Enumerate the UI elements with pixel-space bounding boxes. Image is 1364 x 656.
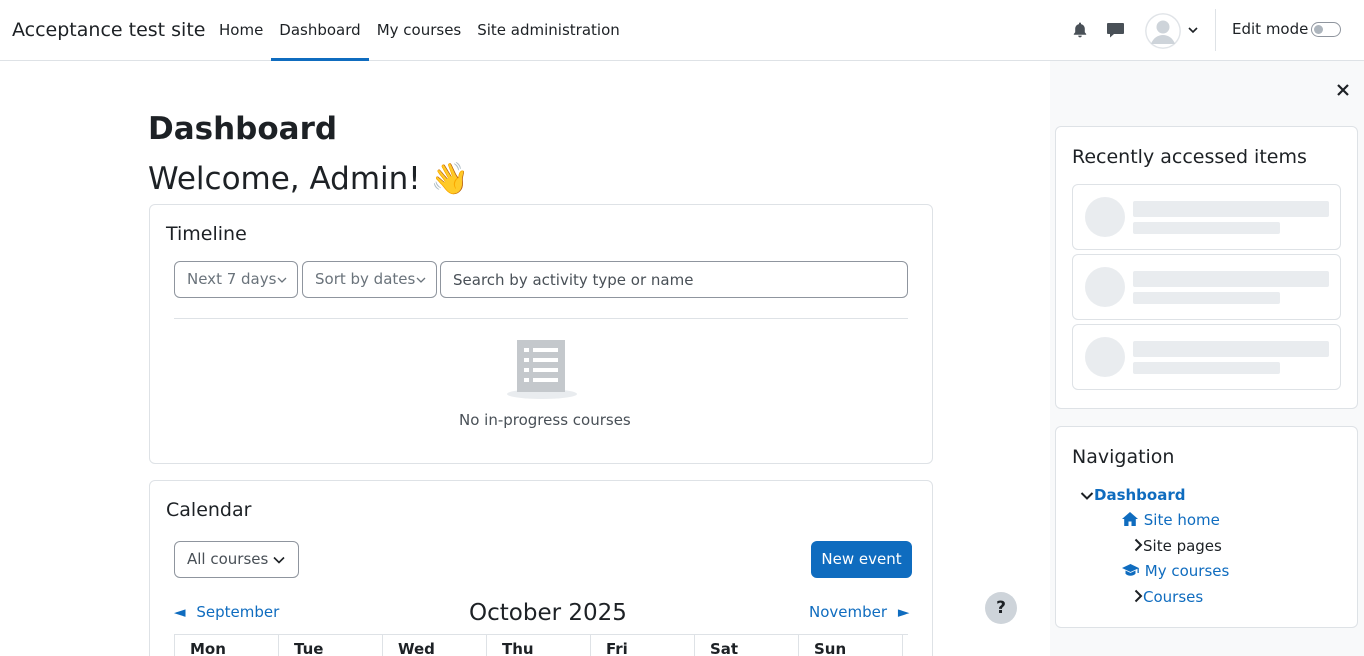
chevron-down-icon (277, 277, 287, 283)
welcome-message: Welcome, Admin! 👋 (148, 161, 470, 197)
nav-link-site-administration[interactable]: Site administration (469, 0, 628, 60)
timeline-day-filter[interactable]: Next 7 days (174, 261, 298, 298)
recent-item-placeholder (1072, 324, 1341, 390)
course-filter-value: All courses (187, 550, 269, 568)
nav-tree-label: Site home (1143, 511, 1220, 529)
recent-items-block: Recently accessed items (1055, 126, 1358, 409)
placeholder-line (1133, 222, 1280, 234)
help-button[interactable]: ? (985, 592, 1017, 624)
new-event-button[interactable]: New event (811, 541, 912, 578)
nav-tree-site-pages[interactable]: Site pages (1133, 537, 1222, 555)
arrow-left-icon: ◄ (174, 603, 186, 621)
chevron-down-icon[interactable] (1187, 25, 1199, 35)
site-brand[interactable]: Acceptance test site (12, 19, 205, 41)
nav-tree-label: Dashboard (1094, 486, 1186, 504)
close-icon[interactable] (1336, 83, 1350, 97)
nav-link-dashboard[interactable]: Dashboard (271, 0, 370, 61)
placeholder-line (1133, 201, 1329, 217)
calendar-title: Calendar (166, 499, 252, 521)
user-avatar[interactable] (1145, 13, 1181, 49)
timeline-sort-select[interactable]: Sort by dates (302, 261, 437, 298)
nav-tree-label: Site pages (1143, 537, 1222, 555)
nav-link-my-courses[interactable]: My courses (369, 0, 470, 60)
primary-navigation: Home Dashboard My courses Site administr… (211, 0, 628, 61)
placeholder-line (1133, 292, 1280, 304)
calendar-prev-month[interactable]: ◄ September (174, 603, 279, 621)
chevron-down-icon (1080, 491, 1094, 500)
next-month-label: November (809, 603, 888, 621)
chevron-down-icon (273, 556, 285, 564)
placeholder-line (1133, 341, 1329, 357)
calendar-course-filter[interactable]: All courses (174, 541, 299, 578)
placeholder-line (1133, 362, 1280, 374)
nav-tree-label: My courses (1144, 562, 1230, 580)
placeholder-avatar (1085, 267, 1125, 307)
placeholder-line (1133, 271, 1329, 287)
nav-tree-site-home[interactable]: Site home (1121, 511, 1220, 529)
recent-items-title: Recently accessed items (1072, 146, 1307, 168)
calendar-day-header: Tue (278, 635, 383, 656)
placeholder-avatar (1085, 337, 1125, 377)
navbar-divider (1215, 9, 1216, 51)
nav-tree-my-courses[interactable]: My courses (1121, 562, 1229, 580)
calendar-next-month[interactable]: November ► (809, 603, 909, 621)
nav-link-home[interactable]: Home (211, 0, 271, 60)
nav-tree-courses[interactable]: Courses (1133, 588, 1203, 606)
timeline-divider (174, 318, 908, 319)
calendar-day-header: Fri (590, 635, 695, 656)
edit-mode-toggle[interactable] (1311, 22, 1341, 37)
placeholder-avatar (1085, 197, 1125, 237)
recent-item-placeholder (1072, 184, 1341, 250)
calendar-table-header: Mon Tue Wed Thu Fri Sat Sun (174, 634, 908, 656)
page-title: Dashboard (148, 111, 338, 147)
calendar-day-header: Thu (486, 635, 591, 656)
home-icon (1122, 512, 1138, 526)
toggle-knob (1314, 25, 1323, 34)
navigation-title: Navigation (1072, 446, 1175, 468)
edit-mode-label: Edit mode (1232, 20, 1309, 38)
timeline-search-input[interactable] (440, 261, 908, 298)
messages-icon[interactable] (1106, 21, 1126, 39)
graduation-cap-icon (1122, 564, 1139, 576)
chevron-down-icon (416, 277, 426, 283)
bell-icon[interactable] (1071, 21, 1089, 39)
calendar-day-header: Mon (174, 635, 279, 656)
chevron-right-icon (1134, 589, 1143, 603)
empty-list-icon (507, 340, 577, 399)
calendar-day-header: Sat (694, 635, 799, 656)
nav-tree-label: Courses (1143, 588, 1204, 606)
calendar-current-month: October 2025 (469, 600, 627, 626)
default-user-icon (1145, 13, 1181, 49)
day-filter-value: Next 7 days (187, 270, 277, 288)
recent-item-placeholder (1072, 254, 1341, 320)
chevron-right-icon (1134, 538, 1143, 552)
calendar-day-header: Wed (382, 635, 487, 656)
calendar-day-header: Sun (798, 635, 903, 656)
nav-tree-dashboard[interactable]: Dashboard (1080, 486, 1185, 504)
prev-month-label: September (196, 603, 280, 621)
timeline-empty-text: No in-progress courses (459, 411, 631, 429)
top-navbar: Acceptance test site Home Dashboard My c… (0, 0, 1364, 61)
sort-value: Sort by dates (315, 270, 416, 288)
timeline-title: Timeline (166, 223, 247, 245)
arrow-right-icon: ► (897, 603, 910, 621)
